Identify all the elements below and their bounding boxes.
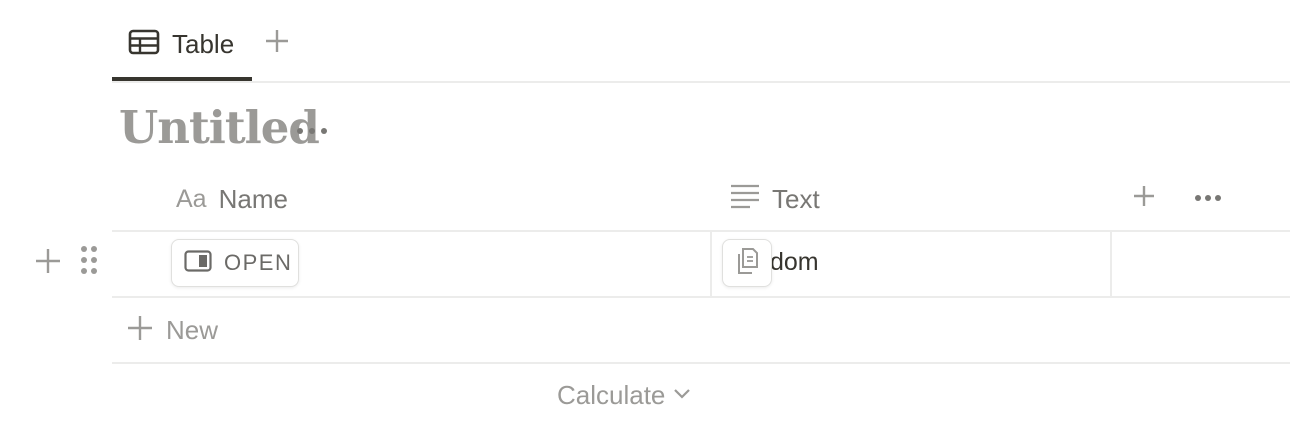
add-row-above-button[interactable] — [32, 247, 64, 279]
text-type-icon — [730, 183, 760, 216]
new-row-label: New — [166, 315, 219, 345]
plus-icon — [264, 28, 290, 59]
more-horizontal-icon — [296, 122, 328, 140]
column-header-label: Text — [772, 183, 820, 214]
chevron-down-icon — [673, 387, 691, 405]
table-icon — [128, 29, 160, 60]
drag-handle-icon — [79, 244, 99, 281]
more-horizontal-icon — [1194, 189, 1222, 207]
footer-divider — [112, 362, 1290, 364]
column-header-text[interactable]: Text — [730, 180, 820, 218]
copy-icon — [735, 247, 759, 280]
tab-table[interactable]: Table — [112, 24, 252, 81]
plus-icon — [1132, 184, 1156, 213]
calculate-button[interactable]: Calculate — [557, 380, 691, 411]
plus-icon — [126, 314, 154, 347]
tab-label: Table — [172, 28, 235, 59]
add-view-button[interactable] — [262, 26, 292, 60]
side-peek-icon — [184, 249, 212, 277]
database-title[interactable]: Untitled — [119, 101, 320, 154]
column-divider — [710, 230, 712, 298]
header-divider — [112, 230, 1290, 232]
copy-button[interactable] — [722, 239, 772, 287]
plus-icon — [34, 247, 62, 280]
row-drag-handle[interactable] — [76, 244, 102, 280]
calculate-label: Calculate — [557, 380, 666, 410]
column-header-name[interactable]: Aa Name — [176, 180, 288, 218]
column-more-button[interactable] — [1190, 182, 1226, 214]
row-divider — [112, 296, 1290, 298]
column-divider — [1110, 230, 1112, 298]
open-row-button[interactable]: OPEN — [171, 239, 299, 287]
column-header-label: Name — [218, 183, 288, 214]
title-type-icon: Aa — [176, 184, 207, 213]
view-tab-bar: Table — [112, 0, 1290, 83]
active-tab-indicator — [112, 77, 252, 81]
title-more-button[interactable] — [294, 116, 330, 146]
text-cell[interactable]: dom — [770, 248, 819, 277]
new-row-button[interactable]: New — [126, 314, 218, 347]
add-column-button[interactable] — [1128, 182, 1160, 214]
open-row-label: OPEN — [224, 250, 293, 275]
